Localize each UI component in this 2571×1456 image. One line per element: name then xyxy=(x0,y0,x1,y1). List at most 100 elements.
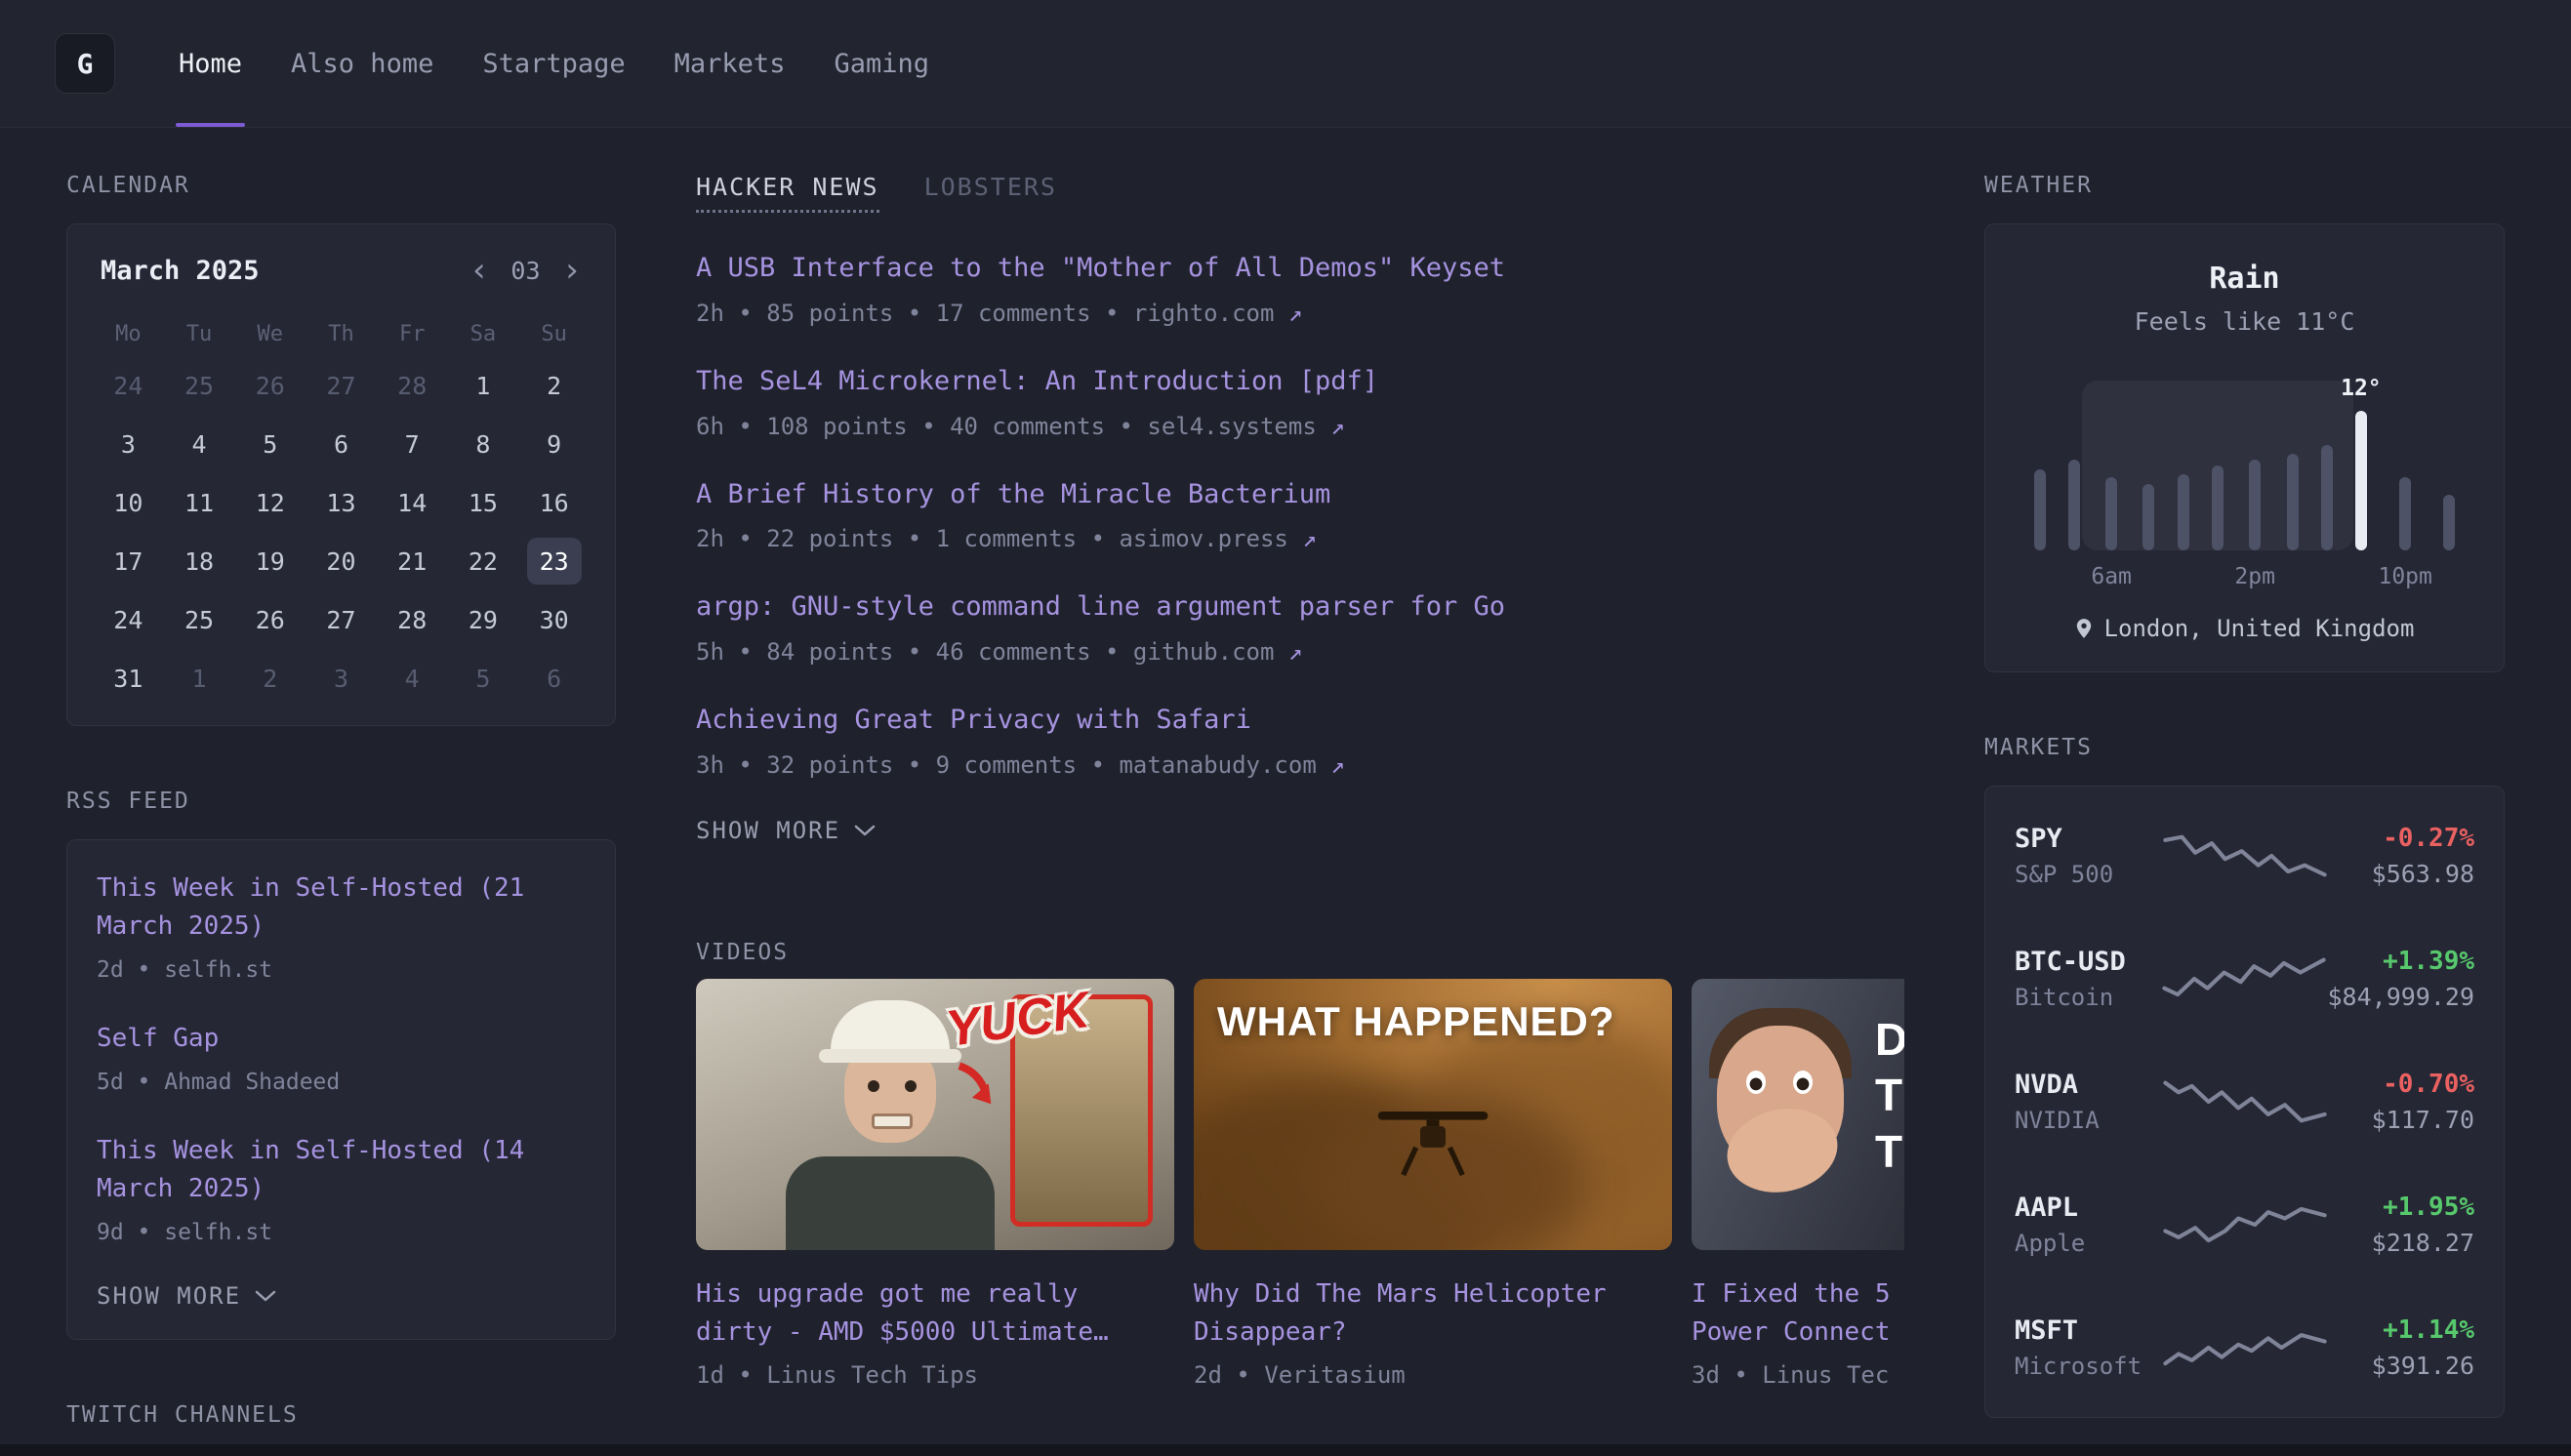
next-month-icon[interactable]: › xyxy=(562,254,582,287)
calendar-day-number: 14 xyxy=(385,479,439,526)
calendar-day[interactable]: 31 xyxy=(93,649,164,708)
calendar-day[interactable]: 17 xyxy=(93,532,164,590)
external-link-icon[interactable]: ↗ xyxy=(1274,300,1302,327)
calendar-day[interactable]: 24 xyxy=(93,590,164,649)
calendar-day[interactable]: 25 xyxy=(164,356,235,415)
market-row[interactable]: MSFTMicrosoft+1.14%$391.26 xyxy=(2015,1286,2474,1409)
calendar-day[interactable]: 26 xyxy=(234,590,306,649)
market-row[interactable]: SPYS&P 500-0.27%$563.98 xyxy=(2015,794,2474,917)
external-link-icon[interactable]: ↗ xyxy=(1317,751,1345,779)
video-meta: 3d • Linus Tec xyxy=(1692,1361,1904,1389)
rss-show-more-button[interactable]: SHOW MORE xyxy=(97,1282,586,1310)
market-row[interactable]: AAPLApple+1.95%$218.27 xyxy=(2015,1163,2474,1286)
news-item-title[interactable]: The SeL4 Microkernel: An Introduction [p… xyxy=(696,365,1904,398)
market-row[interactable]: BTC-USDBitcoin+1.39%$84,999.29 xyxy=(2015,917,2474,1040)
calendar-day[interactable]: 28 xyxy=(377,356,448,415)
calendar-day[interactable]: 22 xyxy=(448,532,519,590)
calendar-day[interactable]: 12 xyxy=(234,473,306,532)
calendar-day[interactable]: 27 xyxy=(306,356,377,415)
person-body xyxy=(786,1156,995,1250)
video-title[interactable]: His upgrade got me really dirty - AMD $5… xyxy=(696,1275,1174,1352)
calendar-day[interactable]: 18 xyxy=(164,532,235,590)
external-link-icon[interactable]: ↗ xyxy=(1317,413,1345,440)
news-show-more-button[interactable]: SHOW MORE xyxy=(696,817,1904,844)
calendar-day[interactable]: 1 xyxy=(164,649,235,708)
calendar-day[interactable]: 25 xyxy=(164,590,235,649)
nav-tab-gaming[interactable]: Gaming xyxy=(809,0,954,127)
nav-tab-markets[interactable]: Markets xyxy=(650,0,810,127)
rss-item-title[interactable]: This Week in Self-Hosted (14 March 2025) xyxy=(97,1132,586,1208)
calendar-day[interactable]: 3 xyxy=(306,649,377,708)
calendar-day[interactable]: 2 xyxy=(234,649,306,708)
calendar-day-number: 8 xyxy=(456,421,510,467)
calendar-day[interactable]: 21 xyxy=(377,532,448,590)
hard-hat xyxy=(831,1000,950,1055)
calendar-day[interactable]: 20 xyxy=(306,532,377,590)
calendar-day[interactable]: 27 xyxy=(306,590,377,649)
nav-tab-home[interactable]: Home xyxy=(154,0,266,127)
calendar-day[interactable]: 6 xyxy=(306,415,377,473)
calendar-day[interactable]: 5 xyxy=(234,415,306,473)
news-list: A USB Interface to the "Mother of All De… xyxy=(696,252,1904,780)
calendar-day[interactable]: 9 xyxy=(518,415,590,473)
calendar-day[interactable]: 7 xyxy=(377,415,448,473)
calendar-day-number: 1 xyxy=(456,362,510,409)
nav-tab-also-home[interactable]: Also home xyxy=(266,0,458,127)
rss-item-title[interactable]: Self Gap xyxy=(97,1020,586,1058)
calendar-day[interactable]: 1 xyxy=(448,356,519,415)
weather-bar-column xyxy=(2132,375,2166,589)
weather-bar-column xyxy=(2432,375,2467,589)
calendar-day[interactable]: 30 xyxy=(518,590,590,649)
tab-hacker-news[interactable]: HACKER NEWS xyxy=(696,173,879,213)
calendar-day[interactable]: 4 xyxy=(164,415,235,473)
tab-lobsters[interactable]: LOBSTERS xyxy=(924,173,1057,213)
news-item-title[interactable]: Achieving Great Privacy with Safari xyxy=(696,704,1904,737)
news-item-title[interactable]: A USB Interface to the "Mother of All De… xyxy=(696,252,1904,285)
news-item-title[interactable]: A Brief History of the Miracle Bacterium xyxy=(696,478,1904,511)
calendar-day-number: 13 xyxy=(313,479,368,526)
dashboard: CALENDAR March 2025 ‹ 03 › MoTuWeThFrSaS… xyxy=(0,128,2571,1453)
calendar-day-number: 20 xyxy=(313,538,368,585)
calendar-day[interactable]: 16 xyxy=(518,473,590,532)
market-ticker: NVDA xyxy=(2015,1070,2162,1100)
news-item-title[interactable]: argp: GNU-style command line argument pa… xyxy=(696,590,1904,624)
calendar-day-number: 19 xyxy=(243,538,298,585)
calendar-day-number: 5 xyxy=(243,421,298,467)
app-logo[interactable]: G xyxy=(55,33,115,94)
calendar-day[interactable]: 23 xyxy=(518,532,590,590)
calendar-day[interactable]: 28 xyxy=(377,590,448,649)
calendar-month-title: March 2025 xyxy=(101,256,260,286)
person-eye xyxy=(905,1080,917,1092)
calendar-card: March 2025 ‹ 03 › MoTuWeThFrSaSu 2425262… xyxy=(66,223,616,726)
external-link-icon[interactable]: ↗ xyxy=(1288,525,1317,552)
market-row[interactable]: NVDANVIDIA-0.70%$117.70 xyxy=(2015,1040,2474,1163)
video-thumbnail[interactable]: DO T T xyxy=(1692,979,1904,1250)
calendar-day[interactable]: 5 xyxy=(448,649,519,708)
calendar-day[interactable]: 3 xyxy=(93,415,164,473)
video-thumbnail[interactable]: WHAT HAPPENED? xyxy=(1194,979,1672,1250)
calendar-day[interactable]: 8 xyxy=(448,415,519,473)
video-title[interactable]: I Fixed the 5 Power Connect xyxy=(1692,1275,1904,1352)
calendar-day[interactable]: 29 xyxy=(448,590,519,649)
video-title[interactable]: Why Did The Mars Helicopter Disappear? xyxy=(1194,1275,1672,1352)
prev-month-icon[interactable]: ‹ xyxy=(469,254,489,287)
nav-tab-startpage[interactable]: Startpage xyxy=(458,0,649,127)
calendar-day[interactable]: 11 xyxy=(164,473,235,532)
calendar-day-number: 16 xyxy=(527,479,582,526)
video-thumbnail[interactable]: YUCK xyxy=(696,979,1174,1250)
market-change-percent: +1.95% xyxy=(2328,1193,2475,1222)
calendar-day[interactable]: 2 xyxy=(518,356,590,415)
calendar-day[interactable]: 6 xyxy=(518,649,590,708)
weather-bar xyxy=(2105,477,2117,550)
calendar-day[interactable]: 4 xyxy=(377,649,448,708)
external-link-icon[interactable]: ↗ xyxy=(1274,638,1302,666)
calendar-day[interactable]: 19 xyxy=(234,532,306,590)
chevron-down-icon xyxy=(854,825,876,836)
calendar-day[interactable]: 15 xyxy=(448,473,519,532)
calendar-day[interactable]: 14 xyxy=(377,473,448,532)
calendar-day[interactable]: 10 xyxy=(93,473,164,532)
calendar-day[interactable]: 26 xyxy=(234,356,306,415)
calendar-day[interactable]: 24 xyxy=(93,356,164,415)
rss-item-title[interactable]: This Week in Self-Hosted (21 March 2025) xyxy=(97,870,586,946)
calendar-day[interactable]: 13 xyxy=(306,473,377,532)
